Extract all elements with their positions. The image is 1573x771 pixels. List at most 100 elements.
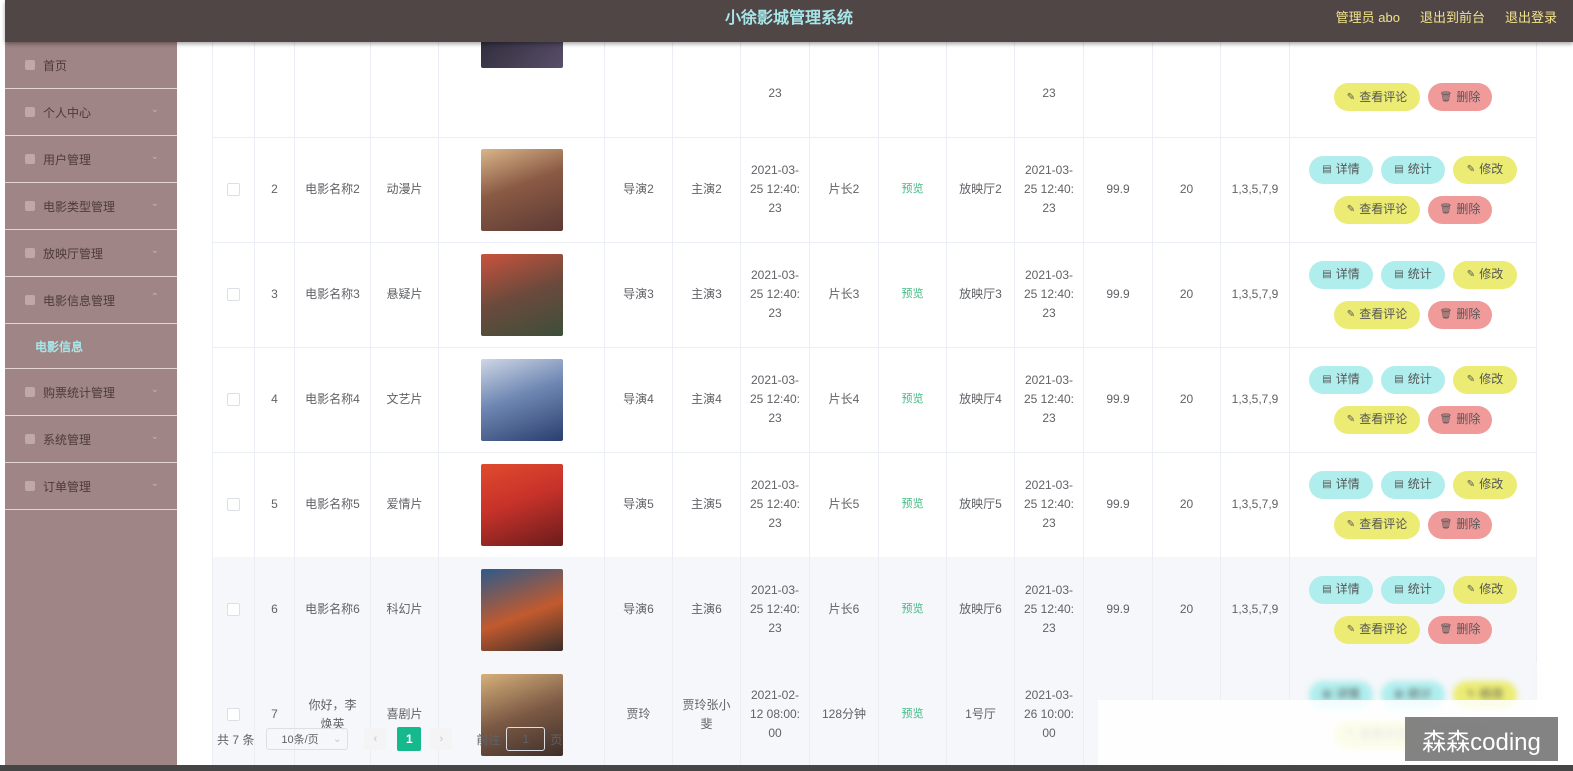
sidebar-item-movie-types[interactable]: 电影类型管理 ⌄ [5,183,177,230]
stats-button[interactable]: ▤ 统计 [1381,365,1445,394]
row-checkbox[interactable] [227,498,240,511]
movie-director-text: 导演5 [623,497,654,511]
row-index-text: 2 [271,182,278,196]
view-comments-button[interactable]: ✎查看评论 [1334,615,1420,644]
button-label: 查看评论 [1359,412,1408,426]
delete-button[interactable]: 🗑删除 [1428,300,1492,329]
movie-type-text: 悬疑片 [386,287,423,301]
button-label: 查看评论 [1359,307,1408,321]
movie-duration-text: 片长6 [828,602,860,616]
preview-link-text[interactable]: 预览 [902,285,924,304]
stats-button[interactable]: ▤ 统计 [1381,470,1445,499]
row-checkbox[interactable] [227,603,240,616]
edit-button[interactable]: ✎ 修改 [1453,155,1517,184]
sidebar: 首页 个人中心 ⌄ 用户管理 ⌄ 电影类型管理 ⌄ 放映厅管理 ⌄ 电影信息管理… [5,42,177,771]
edit-icon: ✎ [1346,91,1356,103]
sidebar-item-profile[interactable]: 个人中心 ⌄ [5,89,177,136]
stats-button[interactable]: ▤ 统计 [1381,155,1445,184]
edit-button[interactable]: ✎ 修改 [1453,575,1517,604]
movie-type-text: 科幻片 [386,602,423,616]
sidebar-item-halls[interactable]: 放映厅管理 ⌄ [5,230,177,277]
view-comments-button[interactable]: ✎查看评论 [1334,195,1420,224]
movie-showtime-text: 2021-03-25 12:40:23 [749,163,801,215]
next-page-button[interactable]: › [430,728,453,750]
front-link[interactable]: 退出到前台 [1420,0,1485,36]
movie-star-text: 贾玲张小斐 [682,697,731,731]
row-index: 2 [255,137,295,242]
page-size-select[interactable]: 10条/页 ⌄ [266,728,349,750]
poster-cell [439,662,605,767]
movie-name-text: 电影名称4 [305,392,360,406]
showtime-tail: 23 [741,32,810,137]
goto-page-input[interactable]: 1 [506,727,546,751]
movie-star: 主演4 [673,347,741,452]
sidebar-item-orders[interactable]: 订单管理 ⌄ [5,463,177,510]
delete-button[interactable]: 🗑删除 [1428,510,1492,539]
screening-time-text: 2021-03-25 12:40:23 [1023,478,1075,530]
sidebar-item-home[interactable]: 首页 [5,42,177,89]
prev-page-button[interactable]: ‹ [364,728,387,750]
movie-hall: 放映厅6 [947,557,1015,662]
preview-link-text[interactable]: 预览 [902,705,924,724]
detail-button[interactable]: ▤ 详情 [1309,365,1373,394]
row-checkbox[interactable] [227,183,240,196]
delete-button[interactable]: 🗑删除 [1428,83,1492,111]
edit-button[interactable]: ✎ 修改 [1453,260,1517,289]
row-checkbox[interactable] [227,393,240,406]
chevron-down-icon: ⌄ [332,733,342,745]
table-row: 5 电影名称5 爱情片 导演5 主演5 2021-03-25 12:40:23 片长5 预览 放… [212,452,1537,558]
button-label: 删除 [1456,307,1481,321]
detail-button[interactable]: ▤ 详情 [1309,575,1373,604]
row-checkbox[interactable] [227,288,240,301]
stats-button[interactable]: ▤ 统计 [1381,575,1445,604]
button-label: 统计 [1407,162,1432,176]
view-comments-button[interactable]: ✎查看评论 [1334,83,1420,111]
movie-type-text: 爱情片 [386,497,423,511]
movie-hall: 1号厅 [947,662,1015,767]
movie-name: 电影名称5 [295,452,371,557]
delete-button[interactable]: 🗑删除 [1428,405,1492,434]
sidebar-item-label: 购票统计管理 [43,385,116,400]
row-checkbox[interactable] [227,708,240,721]
gear-icon [25,434,35,444]
ticket-price: 99.9 [1084,557,1153,662]
delete-button[interactable]: 🗑删除 [1428,615,1492,644]
seat-count: 20 [1153,347,1221,452]
view-comments-button[interactable]: ✎查看评论 [1334,510,1420,539]
preview-link-text[interactable]: 预览 [902,600,924,619]
sidebar-item-system[interactable]: 系统管理 ⌄ [5,416,177,463]
view-comments-button[interactable]: ✎查看评论 [1334,300,1420,329]
chevron-up-icon: ⌃ [150,292,159,303]
view-comments-button[interactable]: ✎查看评论 [1334,405,1420,434]
sidebar-subitem-movie-info[interactable]: 电影信息 [5,324,177,369]
preview-link-text[interactable]: 预览 [902,495,924,514]
edit-button[interactable]: ✎ 修改 [1453,470,1517,499]
movie-poster [480,148,563,231]
preview-link-text[interactable]: 预览 [902,390,924,409]
watermark: 森森coding [1405,717,1558,761]
edit-button[interactable]: ✎ 修改 [1453,365,1517,394]
stats-button[interactable]: ▤ 统计 [1381,260,1445,289]
edit-icon: ✎ [1346,309,1356,320]
sidebar-item-ticket-stats[interactable]: 购票统计管理 ⌄ [5,369,177,416]
document-icon: ▤ [1394,164,1404,175]
sidebar-item-movie-info[interactable]: 电影信息管理 ⌃ [5,277,177,324]
row-checkbox-cell [212,557,255,662]
logout-link[interactable]: 退出登录 [1505,0,1557,36]
page-1-button[interactable]: 1 [397,727,422,751]
seat-count-text: 20 [1179,182,1194,196]
screening-days: 1,3,5,7,9 [1221,452,1290,557]
trash-icon: 🗑 [1439,309,1453,320]
screening-time-text: 2021-03-25 12:40:23 [1023,373,1075,425]
detail-button[interactable]: ▤ 详情 [1309,155,1373,184]
ticket-price-text: 99.9 [1106,287,1130,301]
screening-days-text: 1,3,5,7,9 [1231,287,1279,301]
delete-button[interactable]: 🗑删除 [1428,195,1492,224]
preview-link-text[interactable]: 预览 [902,180,924,199]
preview-link: 预览 [879,452,947,557]
button-label: 修改 [1479,477,1504,491]
detail-button[interactable]: ▤ 详情 [1309,260,1373,289]
detail-button[interactable]: ▤ 详情 [1309,470,1373,499]
movie-showtime: 2021-03-25 12:40:23 [741,452,810,557]
sidebar-item-users[interactable]: 用户管理 ⌄ [5,136,177,183]
